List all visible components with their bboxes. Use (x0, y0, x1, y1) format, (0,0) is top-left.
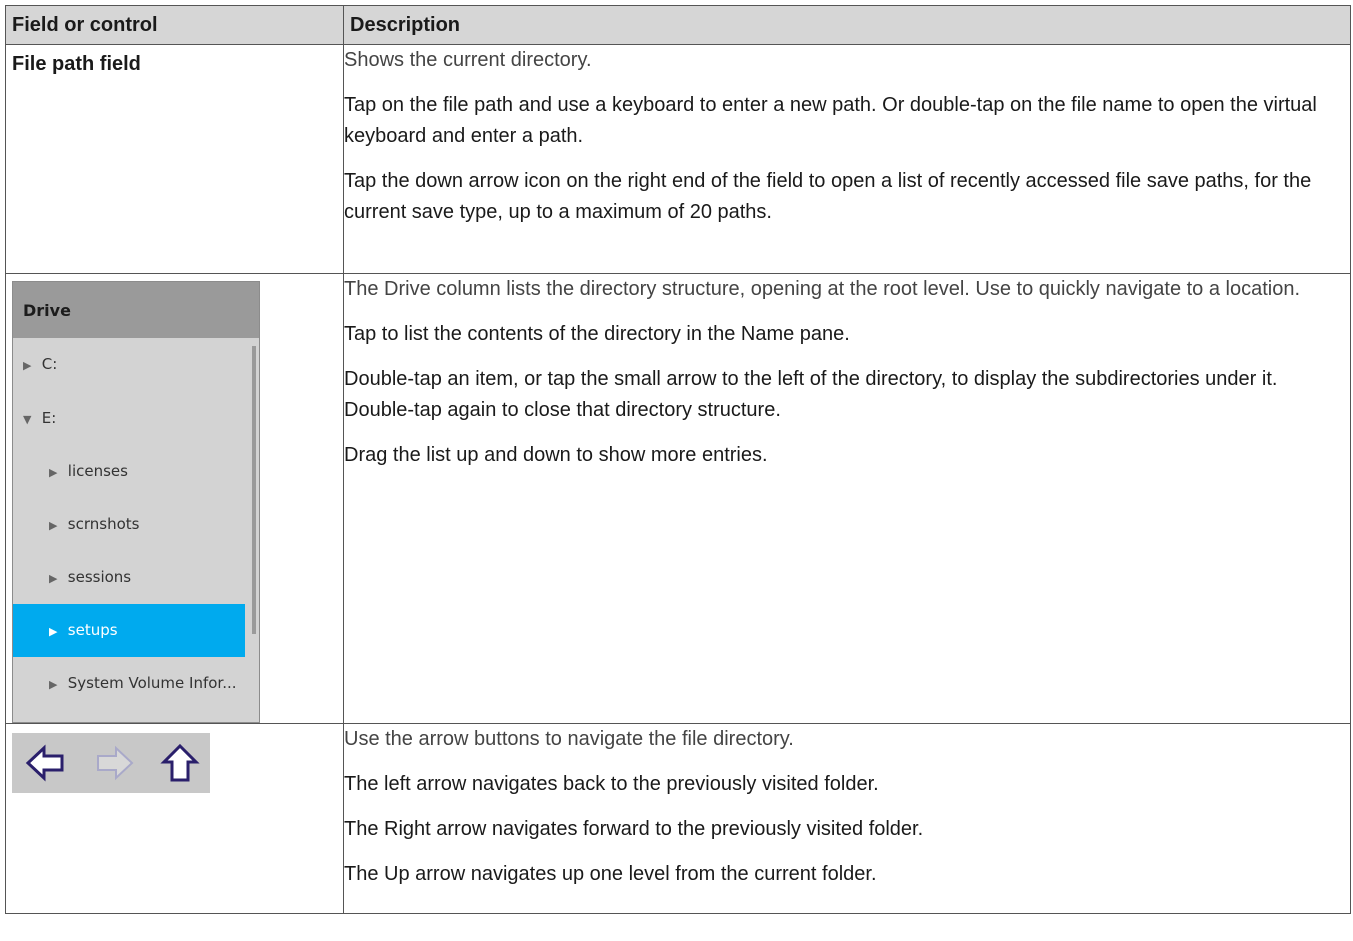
expand-arrow-icon: ▶ (49, 466, 58, 479)
table-row: File path field Shows the current direct… (5, 44, 1351, 274)
description-text: The Up arrow navigates up one level from… (344, 863, 877, 885)
drive-item-e: ▼ E: (13, 392, 255, 445)
expand-arrow-icon: ▶ (49, 678, 58, 691)
description-text: Tap to list the contents of the director… (344, 323, 850, 345)
expand-arrow-icon: ▶ (49, 625, 58, 638)
drive-item-label: E: (41, 409, 57, 427)
drive-panel-image: Drive ▶ C: ▼ E: ▶ licenses ▶ scrnshots ▶… (12, 281, 260, 723)
description-text: Tap on the file path and use a keyboard … (344, 94, 1317, 147)
drive-item-wfms: ▶ wfms (13, 710, 259, 722)
drive-item-label: System Volume Infor... (67, 674, 237, 692)
field-cell: Drive ▶ C: ▼ E: ▶ licenses ▶ scrnshots ▶… (5, 273, 344, 724)
nav-arrows-image (12, 733, 210, 793)
drive-item-sessions: ▶ sessions (13, 551, 259, 604)
expand-arrow-icon: ▶ (23, 359, 32, 372)
description-text: The Right arrow navigates forward to the… (344, 818, 924, 840)
drive-item-c: ▶ C: (13, 338, 255, 391)
table-header-row: Field or control Description (5, 5, 1351, 45)
drive-item-system-volume: ▶ System Volume Infor... (13, 657, 259, 710)
collapse-arrow-icon: ▼ (23, 413, 32, 426)
drive-item-scrnshots: ▶ scrnshots (13, 498, 259, 551)
header-field-or-control: Field or control (5, 5, 344, 45)
expand-arrow-icon: ▶ (49, 519, 58, 532)
description-text: The left arrow navigates back to the pre… (344, 773, 879, 795)
description-cell: Shows the current directory. Tap on the … (343, 44, 1351, 274)
controls-table: Field or control Description File path f… (5, 5, 1351, 914)
back-arrow-icon (25, 744, 64, 782)
description-cell: Use the arrow buttons to navigate the fi… (343, 723, 1351, 914)
description-cell: The Drive column lists the directory str… (343, 273, 1351, 724)
table-row: Use the arrow buttons to navigate the fi… (5, 723, 1351, 914)
forward-arrow-icon (97, 745, 134, 781)
drive-item-label: scrnshots (67, 515, 140, 533)
drive-item-label: licenses (67, 462, 128, 480)
expand-arrow-icon: ▶ (49, 572, 58, 585)
description-text: Use the arrow buttons to navigate the fi… (344, 728, 794, 750)
description-text: The Drive column lists the directory str… (344, 278, 1301, 300)
drive-panel-title: Drive (13, 282, 259, 338)
drive-item-licenses: ▶ licenses (13, 445, 259, 498)
field-cell (5, 723, 344, 914)
drive-item-label: sessions (67, 568, 132, 586)
description-text: Drag the list up and down to show more e… (344, 444, 768, 466)
drive-item-label: C: (41, 355, 58, 373)
description-text: Tap the down arrow icon on the right end… (344, 170, 1312, 223)
field-cell: File path field (5, 44, 344, 274)
field-name: File path field (12, 53, 141, 75)
header-description: Description (343, 5, 1351, 45)
description-text: Shows the current directory. (344, 49, 592, 71)
up-arrow-icon (160, 743, 200, 782)
table-row: Drive ▶ C: ▼ E: ▶ licenses ▶ scrnshots ▶… (5, 273, 1351, 724)
drive-item-setups: ▶ setups (13, 604, 245, 657)
expand-arrow-icon: ▶ (49, 711, 63, 722)
description-text: Double-tap an item, or tap the small arr… (344, 368, 1278, 421)
drive-item-label: setups (67, 621, 118, 639)
